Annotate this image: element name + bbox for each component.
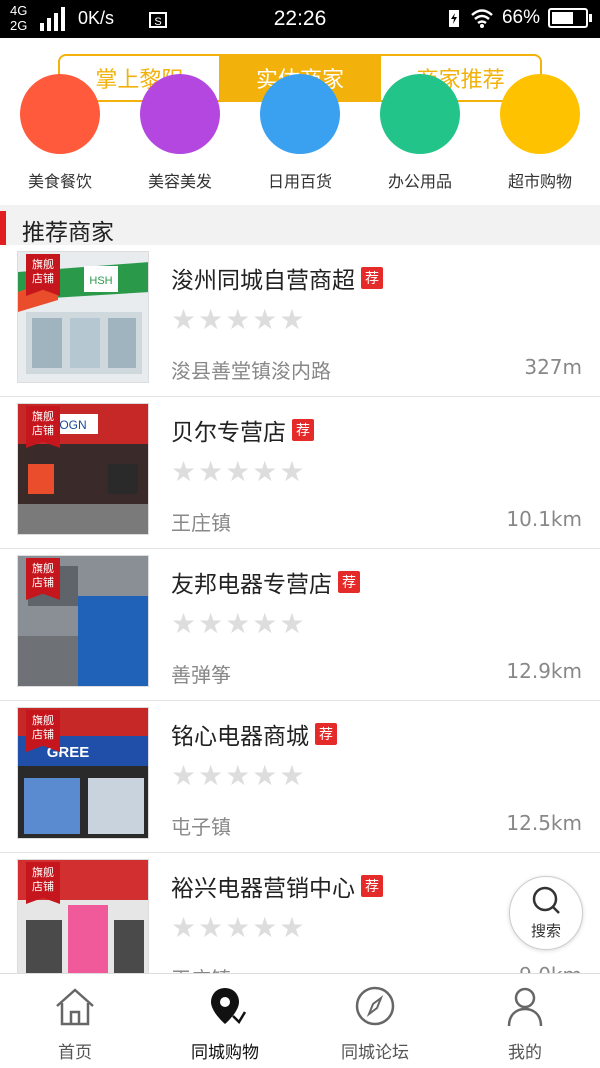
store-thumbnail: GREE 旗舰 店铺 xyxy=(17,707,149,839)
tab-label: 首页 xyxy=(58,1043,92,1063)
recommend-tag: 荐 xyxy=(361,875,383,897)
category-row: 美食餐饮 美容美发 日用百货 办公用品 超市购物 xyxy=(0,74,600,202)
category-label: 办公用品 xyxy=(387,172,452,191)
store-name: 浚州同城自营商超荐 xyxy=(171,261,383,295)
recommend-tag: 荐 xyxy=(315,723,337,745)
store-distance: 327m xyxy=(524,355,582,379)
tab-local-shopping[interactable]: 同城购物 xyxy=(150,974,300,1068)
store-item[interactable]: 旗舰 店铺 友邦电器专营店荐 ★★★★★ 善弹筝 12.9km xyxy=(0,549,600,701)
category-label: 日用百货 xyxy=(267,172,332,191)
store-address: 屯子镇 xyxy=(171,815,231,839)
rating-stars: ★★★★★ xyxy=(171,911,307,944)
bottom-tab-bar: 首页 同城购物 同城论坛 我的 xyxy=(0,973,600,1068)
store-distance: 12.9km xyxy=(506,659,582,683)
tab-label: 同城论坛 xyxy=(341,1043,409,1063)
category-label: 美食餐饮 xyxy=(27,172,92,191)
section-title: 推荐商家 xyxy=(22,220,114,246)
compass-icon xyxy=(355,986,395,1026)
category-beauty[interactable]: 美容美发 xyxy=(120,74,240,202)
store-address: 王庄镇 xyxy=(171,511,231,535)
rating-stars: ★★★★★ xyxy=(171,759,307,792)
tab-label: 我的 xyxy=(508,1043,542,1063)
charging-icon xyxy=(448,10,459,27)
status-bar: 4G 2G 0K/s S 22:26 66% xyxy=(0,0,600,38)
wifi-icon xyxy=(471,9,493,28)
tab-home[interactable]: 首页 xyxy=(0,974,150,1068)
category-label: 美容美发 xyxy=(147,172,212,191)
svg-text:HSH: HSH xyxy=(89,275,112,287)
building-icon xyxy=(380,74,460,154)
tab-profile[interactable]: 我的 xyxy=(450,974,600,1068)
tab-forum[interactable]: 同城论坛 xyxy=(300,974,450,1068)
store-item[interactable]: OGN 旗舰 店铺 贝尔专营店荐 ★★★★★ 王庄镇 10.1km xyxy=(0,397,600,549)
category-food[interactable]: 美食餐饮 xyxy=(0,74,120,202)
recommend-tag: 荐 xyxy=(361,267,383,289)
rating-stars: ★★★★★ xyxy=(171,455,307,488)
category-daily-goods[interactable]: 日用百货 xyxy=(240,74,360,202)
store-thumbnail: HSH 旗舰 店铺 xyxy=(17,251,149,383)
home-icon xyxy=(56,988,94,1026)
tab-label: 同城购物 xyxy=(191,1043,259,1063)
recommend-tag: 荐 xyxy=(292,419,314,441)
status-right: 66% xyxy=(446,7,592,29)
store-thumbnail: 旗舰 店铺 xyxy=(17,555,149,687)
search-button[interactable]: 搜索 xyxy=(509,876,583,950)
store-name: 裕兴电器营销中心荐 xyxy=(171,869,383,903)
search-icon xyxy=(532,886,560,914)
section-accent xyxy=(0,211,6,245)
food-icon xyxy=(20,74,100,154)
store-name: 贝尔专营店荐 xyxy=(171,413,314,447)
category-supermarket[interactable]: 超市购物 xyxy=(480,74,600,202)
store-item[interactable]: GREE 旗舰 店铺 铭心电器商城荐 ★★★★★ 屯子镇 12.5km xyxy=(0,701,600,853)
store-address: 善弹筝 xyxy=(171,663,231,687)
store-list: HSH 旗舰 店铺 浚州同城自营商超荐 ★★★★★ 浚县善堂镇浚内路 327m O… xyxy=(0,245,600,975)
store-thumbnail: 旗舰 店铺 xyxy=(17,859,149,975)
store-thumbnail: OGN 旗舰 店铺 xyxy=(17,403,149,535)
store-distance: 12.5km xyxy=(506,811,582,835)
rating-stars: ★★★★★ xyxy=(171,607,307,640)
recommend-tag: 荐 xyxy=(338,571,360,593)
category-label: 超市购物 xyxy=(507,172,572,191)
store-name: 友邦电器专营店荐 xyxy=(171,565,360,599)
battery-icon xyxy=(548,8,592,28)
store-distance: 10.1km xyxy=(506,507,582,531)
supermarket-icon xyxy=(500,74,580,154)
store-item[interactable]: HSH 旗舰 店铺 浚州同城自营商超荐 ★★★★★ 浚县善堂镇浚内路 327m xyxy=(0,245,600,397)
cart-icon xyxy=(260,74,340,154)
store-name: 铭心电器商城荐 xyxy=(171,717,337,751)
search-label: 搜索 xyxy=(530,922,561,940)
svg-text:OGN: OGN xyxy=(59,418,86,432)
beauty-icon xyxy=(140,74,220,154)
rating-stars: ★★★★★ xyxy=(171,303,307,336)
user-icon xyxy=(507,987,543,1027)
section-header: 推荐商家 xyxy=(0,205,600,246)
location-pin-icon xyxy=(211,988,247,1025)
category-office[interactable]: 办公用品 xyxy=(360,74,480,202)
store-address: 浚县善堂镇浚内路 xyxy=(171,359,331,383)
battery-percent: 66% xyxy=(501,7,540,28)
